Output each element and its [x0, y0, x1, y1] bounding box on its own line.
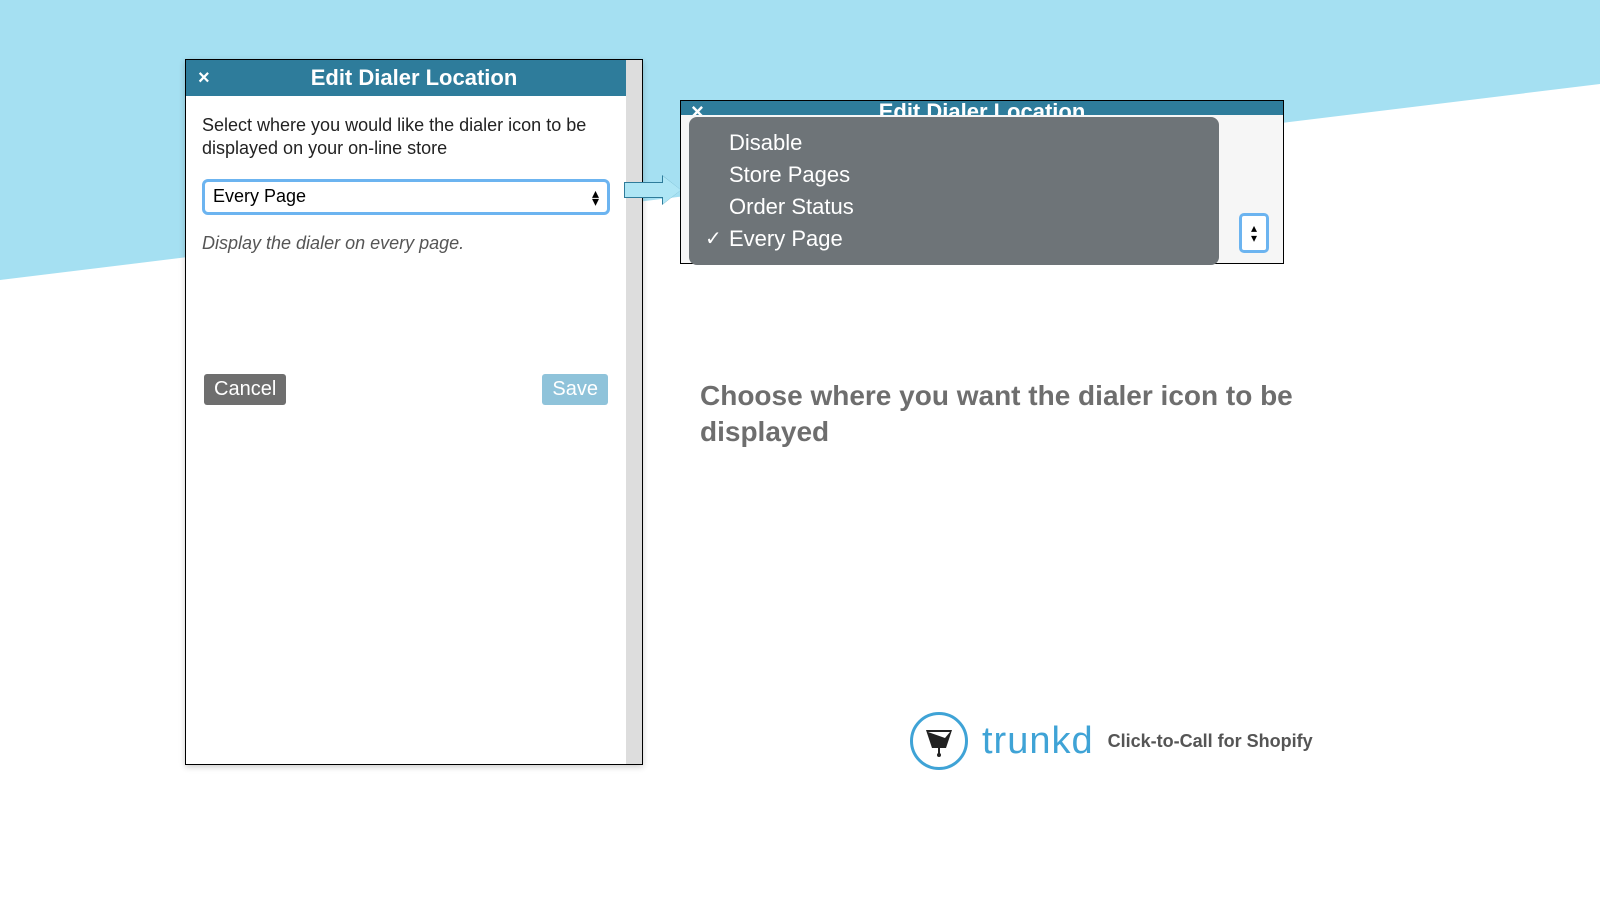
close-icon: ×: [691, 101, 704, 115]
dropdown-menu: Disable Store Pages Order Status Every P…: [689, 117, 1219, 265]
brand-logo-icon: [910, 712, 968, 770]
cancel-button[interactable]: Cancel: [204, 374, 286, 405]
dropdown-title: Edit Dialer Location: [879, 101, 1086, 115]
location-select[interactable]: Every Page: [202, 179, 610, 215]
dropdown-preview-panel: × Edit Dialer Location Disable Store Pag…: [680, 100, 1284, 264]
stepper-icon: [1239, 213, 1269, 253]
dropdown-option-store-pages[interactable]: Store Pages: [703, 159, 1205, 191]
dropdown-option-disable[interactable]: Disable: [703, 127, 1205, 159]
hint-text: Display the dialer on every page.: [202, 233, 610, 254]
footer-brand: trunkd Click-to-Call for Shopify: [910, 712, 1313, 770]
brand-name: trunkd: [982, 720, 1094, 763]
dialog-title: Edit Dialer Location: [186, 65, 642, 91]
select-value: Every Page: [213, 186, 306, 207]
dropdown-option-every-page[interactable]: Every Page: [703, 223, 1205, 255]
arrow-icon: [624, 176, 682, 204]
dialog-body: Select where you would like the dialer i…: [186, 96, 626, 405]
brand-tagline: Click-to-Call for Shopify: [1108, 731, 1313, 752]
dialog-header: × Edit Dialer Location: [186, 60, 642, 96]
caption-text: Choose where you want the dialer icon to…: [700, 378, 1300, 451]
edit-dialer-dialog: × Edit Dialer Location Select where you …: [185, 59, 643, 765]
save-button[interactable]: Save: [542, 374, 608, 405]
scrollbar[interactable]: [626, 60, 642, 764]
button-row: Cancel Save: [202, 374, 610, 405]
dropdown-option-order-status[interactable]: Order Status: [703, 191, 1205, 223]
instruction-text: Select where you would like the dialer i…: [202, 114, 610, 161]
close-icon[interactable]: ×: [198, 67, 210, 90]
dropdown-header-partial: × Edit Dialer Location: [681, 101, 1283, 115]
stepper-icon: [592, 188, 599, 206]
